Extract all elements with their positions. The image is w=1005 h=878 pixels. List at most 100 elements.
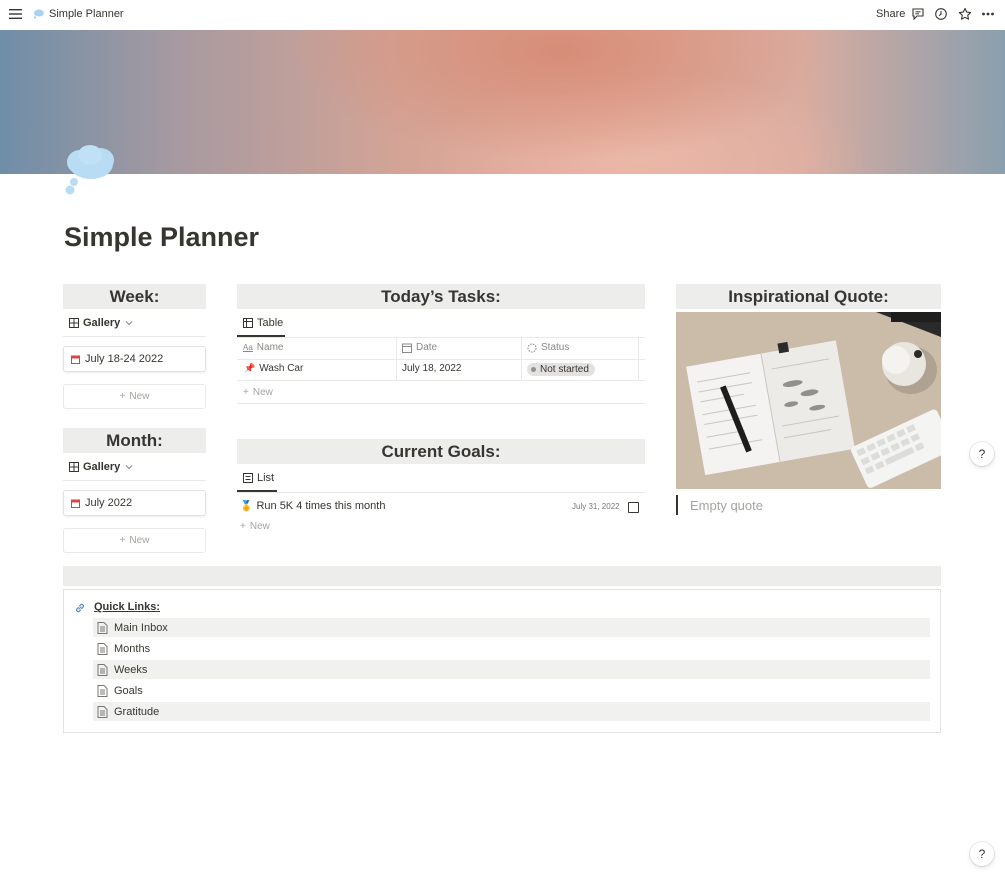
column-date-label: Date [416, 342, 438, 353]
divider [237, 492, 645, 493]
quote-placeholder: Empty quote [690, 497, 763, 513]
list-icon [243, 473, 253, 483]
cover-image [0, 30, 1005, 174]
medal-icon: 🏅 [240, 500, 253, 512]
week-header: Week: [63, 284, 206, 309]
plus-icon: + [240, 521, 246, 532]
breadcrumb[interactable]: Simple Planner [49, 8, 124, 20]
goal-checkbox[interactable] [628, 502, 639, 513]
quick-link-months[interactable]: Months [93, 639, 930, 658]
text-property-icon: Aa [243, 343, 253, 352]
divider [237, 359, 645, 360]
gallery-icon [69, 462, 79, 472]
tasks-new-label: New [252, 387, 273, 398]
task-name-cell[interactable]: 📌 Wash Car [244, 363, 303, 374]
divider [237, 403, 645, 404]
quick-link-label: Weeks [114, 663, 148, 676]
column-divider [638, 337, 639, 381]
thought-cloud-icon[interactable] [62, 144, 120, 198]
quick-link-weeks[interactable]: Weeks [93, 660, 930, 679]
month-card-label: July 2022 [85, 497, 133, 509]
quick-link-label: Goals [114, 684, 143, 697]
chevron-down-icon [125, 465, 133, 470]
calendar-icon [402, 343, 412, 353]
status-badge: Not started [527, 363, 595, 376]
column-header-date[interactable]: Date [402, 342, 437, 353]
page-icon [97, 684, 108, 697]
chevron-down-icon [125, 321, 133, 326]
week-card-label: July 18-24 2022 [85, 353, 164, 365]
quick-link-label: Months [114, 642, 151, 655]
goal-item[interactable]: 🏅 Run 5K 4 times this month [240, 500, 385, 512]
desk-photo [676, 312, 941, 489]
week-new-label: New [129, 391, 150, 402]
page-icon [97, 705, 108, 718]
column-name-label: Name [256, 342, 284, 353]
goals-view-label: List [257, 472, 275, 484]
goal-date: July 31, 2022 [572, 502, 620, 511]
goals-view-tab[interactable]: List [243, 472, 274, 484]
column-header-status[interactable]: Status [527, 342, 569, 353]
task-name: Wash Car [259, 363, 304, 374]
goal-title: Run 5K 4 times this month [256, 500, 386, 512]
link-icon [75, 603, 85, 613]
plus-icon: + [119, 391, 126, 402]
page-icon [97, 642, 108, 655]
help-button[interactable]: ? [970, 442, 994, 466]
history-icon[interactable] [934, 7, 948, 21]
tasks-view-label: Table [257, 317, 284, 329]
help-button[interactable]: ? [970, 842, 994, 866]
quick-link-main-inbox[interactable]: Main Inbox [93, 618, 930, 637]
page-icon [97, 663, 108, 676]
week-card[interactable]: July 18-24 2022 [63, 346, 206, 372]
tasks-view-tab[interactable]: Table [243, 317, 283, 329]
page-title[interactable]: Simple Planner [64, 222, 259, 253]
status-dot [531, 367, 536, 372]
thought-cloud-icon [33, 9, 44, 19]
divider [237, 337, 645, 338]
month-new-button[interactable]: + New [63, 528, 206, 553]
month-view-label: Gallery [83, 461, 121, 473]
divider [237, 380, 645, 381]
divider [63, 480, 206, 481]
task-date-cell[interactable]: July 18, 2022 [402, 363, 462, 374]
column-divider [396, 337, 397, 381]
divider [63, 336, 206, 337]
goals-new-button[interactable]: + New [240, 521, 270, 532]
month-new-label: New [129, 535, 150, 546]
quick-links-title: Quick Links: [94, 601, 161, 613]
goals-new-label: New [249, 521, 270, 532]
goals-header: Current Goals: [237, 439, 645, 464]
menu-icon[interactable] [9, 8, 22, 20]
week-new-button[interactable]: + New [63, 384, 206, 409]
section-divider-bar [63, 566, 941, 586]
share-button[interactable]: Share [876, 8, 905, 20]
comment-icon[interactable] [911, 7, 925, 21]
week-view-tab[interactable]: Gallery [69, 317, 134, 329]
tasks-header: Today’s Tasks: [237, 284, 645, 309]
calendar-icon [71, 499, 80, 508]
page-icon [97, 621, 108, 634]
quote-block[interactable]: Empty quote [676, 495, 763, 515]
task-status-cell[interactable]: Not started [527, 363, 595, 376]
pushpin-icon: 📌 [244, 363, 256, 373]
top-bar: Simple Planner Share [0, 0, 1005, 30]
plus-icon: + [119, 535, 126, 546]
tasks-new-button[interactable]: + New [243, 387, 273, 398]
column-header-name[interactable]: Aa Name [243, 342, 283, 353]
quick-link-gratitude[interactable]: Gratitude [93, 702, 930, 721]
desk-photo-illustration [676, 312, 941, 489]
star-icon[interactable] [958, 7, 972, 21]
month-header: Month: [63, 428, 206, 453]
more-icon[interactable] [981, 7, 995, 21]
quick-link-label: Main Inbox [114, 621, 168, 634]
calendar-icon [71, 355, 80, 364]
quick-link-goals[interactable]: Goals [93, 681, 930, 700]
quick-link-label: Gratitude [114, 705, 160, 718]
month-card[interactable]: July 2022 [63, 490, 206, 516]
status-icon [527, 343, 537, 352]
month-view-tab[interactable]: Gallery [69, 461, 134, 473]
week-view-label: Gallery [83, 317, 121, 329]
plus-icon: + [243, 387, 249, 398]
task-status: Not started [540, 364, 589, 375]
